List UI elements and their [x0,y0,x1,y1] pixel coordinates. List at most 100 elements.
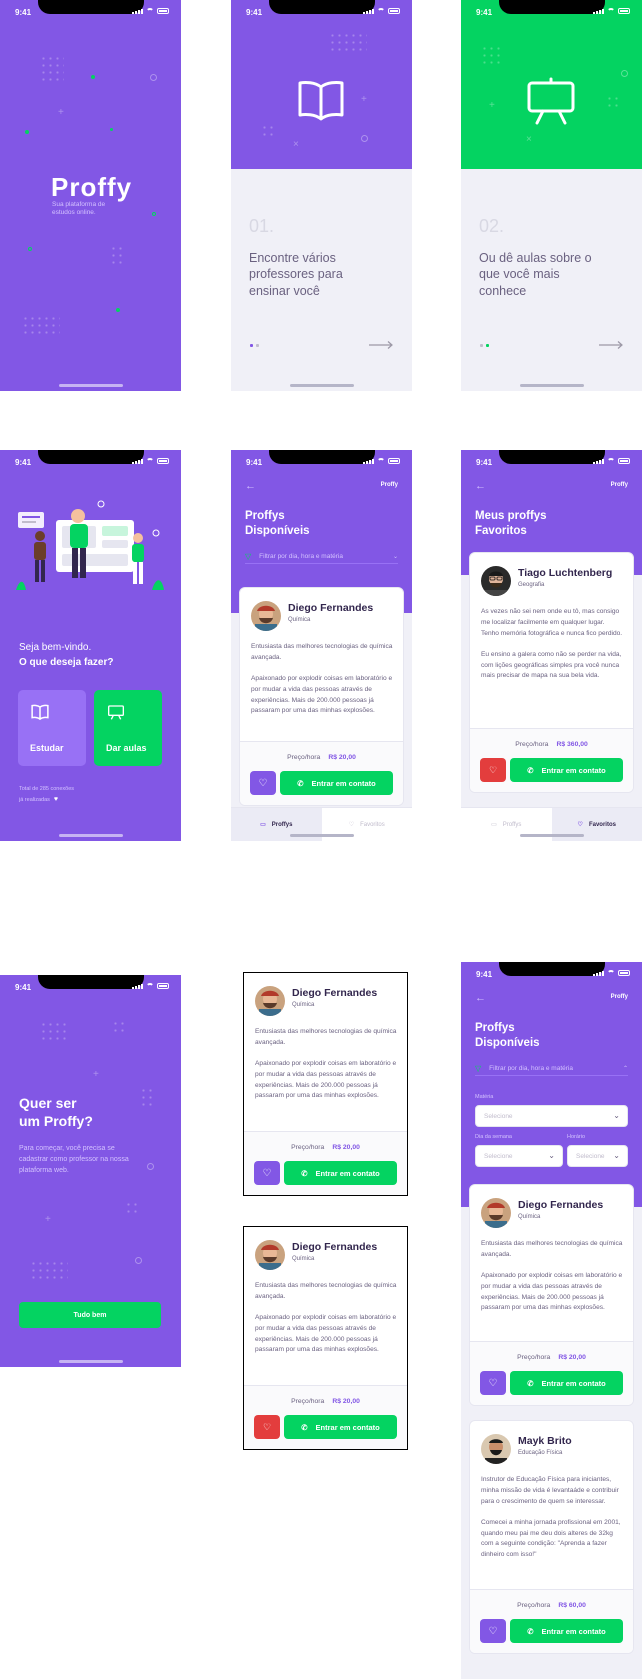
filter-icon: ▽ [245,552,252,561]
bio-paragraph: Apaixonado por explodir coisas em labora… [251,674,393,715]
price-row: Preço/hora R$ 360,00 [470,741,633,748]
bio-paragraph: Apaixonado por explodir coisas em labora… [255,1059,397,1100]
tab-label: Proffys [271,821,293,828]
favorite-button[interactable]: ♡ [254,1161,280,1185]
proffy-logo: Proffy [51,172,133,202]
header-logo: Proffy [610,482,628,488]
ok-button[interactable]: Tudo bem [19,1302,161,1328]
subject-select[interactable]: Selecione ⌄ [475,1105,628,1127]
time-label: Horário [567,1134,586,1140]
contact-button[interactable]: ✆ Entrar em contato [510,1371,623,1395]
status-time: 9:41 [15,8,32,17]
header-logo: Proffy [380,482,398,488]
back-arrow-icon[interactable]: ← [475,480,486,492]
heart-icon: ♡ [577,822,583,828]
page-title-line-2: Disponíveis [245,525,310,537]
chevron-up-icon: ⌃ [622,1066,628,1072]
price-value: R$ 360,00 [556,741,588,748]
price-label: Preço/hora [517,1354,551,1361]
teacher-name: Diego Fernandes [292,1241,378,1253]
contact-button[interactable]: ✆ Entrar em contato [284,1161,397,1185]
landing-screen: 9:41 Seja bem-vindo. O que deseja fazer?… [0,450,181,841]
avatar [481,566,511,596]
status-time: 9:41 [476,458,493,467]
arrow-right-icon[interactable] [368,340,394,350]
splash-tagline: Sua plataforma de estudos online. [52,201,106,217]
status-time: 9:41 [476,8,493,17]
bio-paragraph: Entusiasta das melhores tecnologias de q… [481,1240,623,1258]
teach-button[interactable]: Dar aulas [94,690,162,766]
unfavorite-button[interactable]: ♡ [480,758,506,782]
weekday-value: Selecione [484,1153,513,1160]
teacher-bio: Entusiasta das melhores tecnologias de q… [481,1239,623,1324]
price-label: Preço/hora [515,741,549,748]
price-value: R$ 20,00 [558,1354,586,1361]
easel-icon [527,77,575,125]
book-icon [298,81,344,121]
contact-button[interactable]: ✆ Entrar em contato [510,758,623,782]
back-arrow-icon[interactable]: ← [475,992,486,1004]
connections-line-1: Total de 285 conexões [19,786,75,792]
teacher-name: Mayk Brito [518,1435,572,1447]
favorite-button[interactable]: ♡ [480,1619,506,1643]
onboarding-screen-1: 9:41 + × 01. Encontre vários professores… [231,0,412,391]
arrow-right-icon[interactable] [598,340,624,350]
status-time: 9:41 [476,970,493,979]
welcome-line-1: Seja bem-vindo. [19,642,92,653]
onboarding-number: 02. [479,216,505,236]
favorite-button[interactable]: ♡ [250,771,276,795]
favorite-button[interactable]: ♡ [480,1371,506,1395]
header-logo: Proffy [610,994,628,1000]
filter-toggle[interactable]: ▽ Filtrar por dia, hora e matéria ⌃ [475,1062,628,1076]
heart-icon: ♡ [488,1625,498,1637]
teacher-subject: Química [292,1256,315,1262]
price-row: Preço/hora R$ 20,00 [244,1144,407,1151]
easel-icon: ▭ [260,822,266,828]
page-title-line-1: Proffys [475,1022,515,1034]
filter-toggle[interactable]: ▽ Filtrar por dia, hora e matéria ⌄ [245,550,398,564]
heart-broken-icon: ♡ [262,1421,272,1432]
bio-paragraph: Instrutor de Educação Física para inicia… [481,1476,619,1505]
weekday-select[interactable]: Selecione ⌄ [475,1145,563,1167]
teacher-list-filters-screen: 9:41 ← Proffy Proffys Disponíveis ▽ Filt… [461,962,642,1679]
teacher-subject: Química [518,1214,541,1220]
tab-label: Favoritos [588,821,616,828]
page-title-line-2: Favoritos [475,525,527,537]
contact-button[interactable]: ✆ Entrar em contato [510,1619,623,1643]
status-time: 9:41 [246,458,263,467]
teacher-name: Tiago Luchtenberg [518,567,613,579]
avatar [481,1434,511,1464]
whatsapp-icon: ✆ [527,765,534,775]
teacher-subject: Educação Física [518,1450,563,1456]
study-button[interactable]: Estudar [18,690,86,766]
unfavorite-button[interactable]: ♡ [254,1415,280,1439]
teacher-subject: Química [292,1002,315,1008]
contact-button[interactable]: ✆ Entrar em contato [284,1415,397,1439]
price-row: Preço/hora R$ 60,00 [470,1602,633,1609]
chevron-down-icon: ⌄ [613,1111,620,1120]
status-bar: 9:41 [0,0,181,22]
teacher-subject: Química [288,617,311,623]
chevron-down-icon: ⌄ [548,1151,555,1160]
bio-paragraph: As vezes não sei nem onde eu tô, mas con… [481,608,623,637]
price-row: Preço/hora R$ 20,00 [240,754,403,761]
heart-icon: ♡ [258,777,268,789]
back-arrow-icon[interactable]: ← [245,480,256,492]
contact-button[interactable]: ✆ Entrar em contato [280,771,393,795]
contact-label: Entrar em contato [541,1626,606,1636]
page-indicator [250,344,259,347]
teacher-bio: As vezes não sei nem onde eu tô, mas con… [481,607,623,692]
teacher-card: Diego Fernandes Química Entusiasta das m… [243,972,408,1196]
weekday-label: Dia da semana [475,1134,512,1140]
teacher-card: Tiago Luchtenberg Geografia As vezes não… [469,552,634,793]
status-time: 9:41 [15,458,32,467]
teach-label: Dar aulas [106,743,147,753]
teacher-list-screen: 9:41 ← Proffy Proffys Disponíveis ▽ Filt… [231,450,412,841]
study-label: Estudar [30,743,64,753]
time-select[interactable]: Selecione ⌄ [567,1145,628,1167]
teacher-card: Diego Fernandes Química Entusiasta das m… [469,1184,634,1406]
price-label: Preço/hora [517,1602,551,1609]
teacher-card: Diego Fernandes Química Entusiasta das m… [239,587,404,806]
heart-icon: ♡ [348,822,355,828]
avatar [255,1240,285,1270]
